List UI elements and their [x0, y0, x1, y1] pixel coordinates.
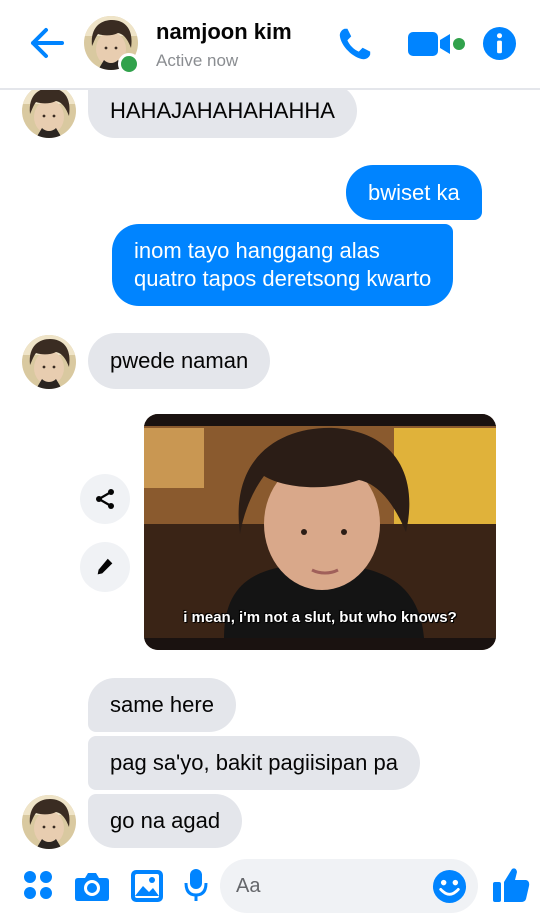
message-line: inom tayo hanggang alas [134, 238, 380, 263]
image-icon[interactable] [130, 869, 164, 908]
emoji-icon[interactable] [432, 869, 467, 909]
sender-avatar[interactable] [22, 795, 76, 849]
share-icon[interactable] [80, 474, 130, 524]
message-bubble[interactable]: same here [88, 678, 236, 732]
message-input[interactable] [236, 871, 426, 901]
chat-header: namjoon kim Active now [0, 0, 540, 90]
message-bubble[interactable]: go na agad [88, 794, 243, 848]
active-status: Active now [156, 51, 239, 70]
message-composer [0, 852, 540, 918]
message-line: quatro tapos deretsong kwarto [134, 266, 432, 291]
message-input-container[interactable] [220, 859, 478, 913]
back-arrow-icon[interactable] [28, 26, 66, 60]
sender-avatar[interactable] [22, 335, 76, 389]
sender-avatar[interactable] [22, 84, 76, 138]
message-bubble[interactable]: bwiset ka [346, 165, 482, 220]
image-caption: i mean, i'm not a slut, but who knows? [183, 609, 457, 626]
message-bubble[interactable]: HAHAJAHAHAHAHHA [88, 84, 357, 138]
grid-dots-icon[interactable] [22, 869, 54, 906]
message-bubble[interactable]: pwede naman [88, 333, 271, 389]
online-status-dot [118, 53, 140, 75]
info-icon[interactable] [482, 26, 517, 66]
microphone-icon[interactable] [184, 867, 208, 908]
contact-name[interactable]: namjoon kim [156, 19, 292, 45]
message-bubble[interactable]: inom tayo hanggang alas quatro tapos der… [112, 224, 454, 306]
phone-icon[interactable] [336, 25, 374, 68]
message-bubble[interactable]: pag sa'yo, bakit pagiisipan pa [88, 736, 420, 790]
video-camera-icon[interactable] [406, 28, 468, 65]
camera-icon[interactable] [74, 870, 110, 907]
thumbs-up-icon[interactable] [492, 866, 530, 909]
pencil-icon[interactable] [80, 542, 130, 592]
image-attachment[interactable]: i mean, i'm not a slut, but who knows? [144, 414, 496, 650]
